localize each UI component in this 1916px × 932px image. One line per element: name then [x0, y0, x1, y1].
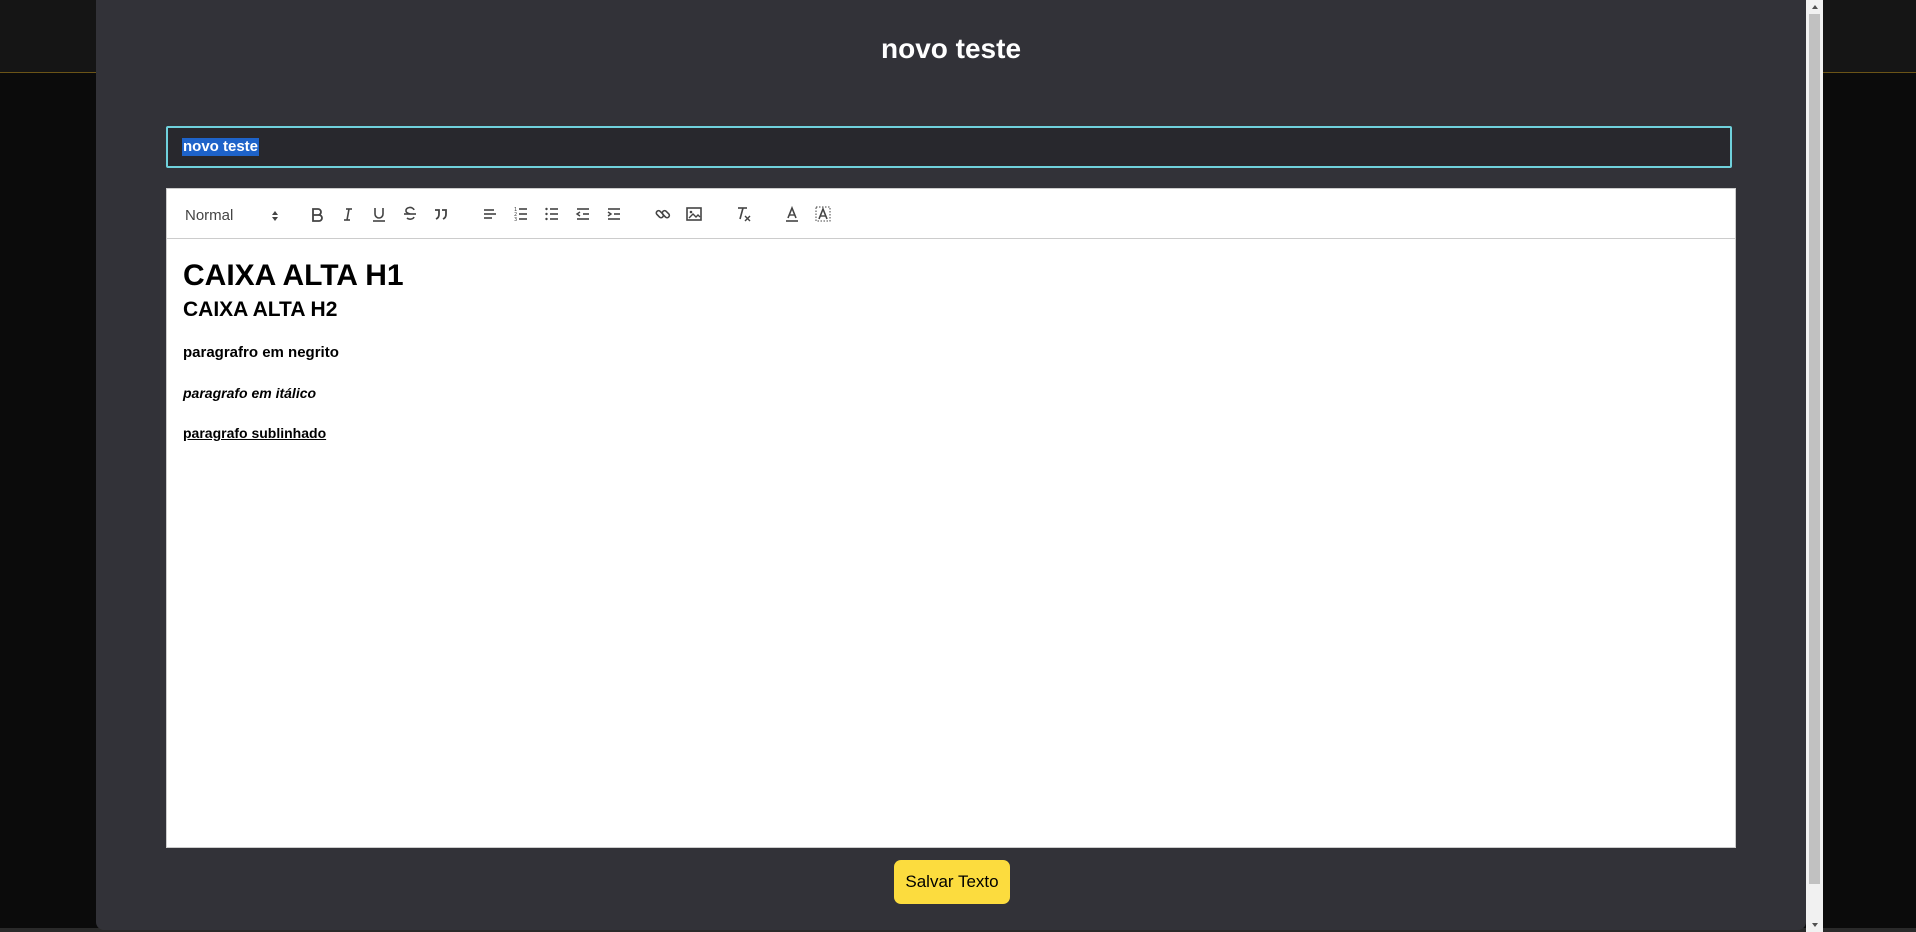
title-input[interactable]: novo teste	[166, 126, 1732, 168]
link-icon	[655, 209, 670, 218]
image-button[interactable]	[678, 199, 709, 229]
background-color-icon	[815, 206, 830, 221]
header-format-select[interactable]: Normal	[185, 201, 283, 231]
text-color-icon	[785, 205, 798, 222]
toolbar-group-lists: 123	[474, 199, 629, 229]
bold-button[interactable]	[301, 199, 332, 229]
scroll-up-arrow-icon[interactable]	[1806, 0, 1823, 14]
link-button[interactable]	[647, 199, 678, 229]
content-heading-1[interactable]: CAIXA ALTA H1	[183, 257, 1719, 295]
italic-button[interactable]	[332, 199, 363, 229]
toolbar-group-formats	[301, 199, 456, 229]
header-format-select-value: Normal	[185, 207, 234, 224]
underline-button[interactable]	[363, 199, 394, 229]
scrollbar-thumb[interactable]	[1809, 14, 1820, 884]
svg-text:3: 3	[514, 217, 517, 223]
strike-button[interactable]	[394, 199, 425, 229]
blockquote-icon	[434, 208, 447, 220]
clear-format-button[interactable]	[727, 199, 758, 229]
content-paragraph-italic[interactable]: paragrafo em itálico	[183, 383, 1719, 403]
bold-icon	[311, 207, 323, 222]
underline-icon	[372, 207, 385, 222]
align-left-icon	[483, 208, 496, 219]
blockquote-button[interactable]	[425, 199, 456, 229]
select-arrows-icon	[271, 210, 279, 222]
indent-button[interactable]	[598, 199, 629, 229]
text-color-button[interactable]	[776, 199, 807, 229]
toolbar-group-colors	[776, 199, 838, 229]
content-heading-2[interactable]: CAIXA ALTA H2	[183, 295, 1719, 325]
ordered-list-icon: 123	[514, 207, 527, 223]
indent-icon	[607, 207, 620, 220]
save-text-button[interactable]: Salvar Texto	[894, 860, 1010, 904]
clear-format-icon	[737, 206, 750, 221]
content-paragraph-underline[interactable]: paragrafo sublinhado	[183, 423, 1719, 443]
ordered-list-button[interactable]: 123	[505, 199, 536, 229]
title-input-selected-text[interactable]: novo teste	[182, 138, 260, 156]
italic-icon	[343, 207, 352, 221]
bullet-list-icon	[544, 207, 558, 220]
background-color-button[interactable]	[807, 199, 838, 229]
outdent-icon	[575, 207, 589, 220]
image-icon	[685, 206, 702, 221]
toolbar-group-clean	[727, 199, 758, 229]
outdent-button[interactable]	[567, 199, 598, 229]
rich-text-editor: Normal 123 CAIXA ALTA H1 CAIXA ALTA H2 p…	[166, 188, 1736, 848]
align-left-button[interactable]	[474, 199, 505, 229]
editor-toolbar: Normal 123	[167, 189, 1735, 239]
toolbar-group-media	[647, 199, 709, 229]
editor-content[interactable]: CAIXA ALTA H1 CAIXA ALTA H2 paragrafro e…	[167, 239, 1735, 481]
edit-text-modal: novo teste novo teste Normal 123 CAIXA A…	[96, 0, 1806, 930]
scroll-down-arrow-icon[interactable]	[1806, 918, 1823, 932]
bullet-list-button[interactable]	[536, 199, 567, 229]
content-paragraph-bold[interactable]: paragrafro em negrito	[183, 343, 1719, 363]
modal-title: novo teste	[880, 33, 1022, 64]
strike-icon	[403, 206, 416, 220]
page-scrollbar[interactable]	[1806, 0, 1823, 932]
